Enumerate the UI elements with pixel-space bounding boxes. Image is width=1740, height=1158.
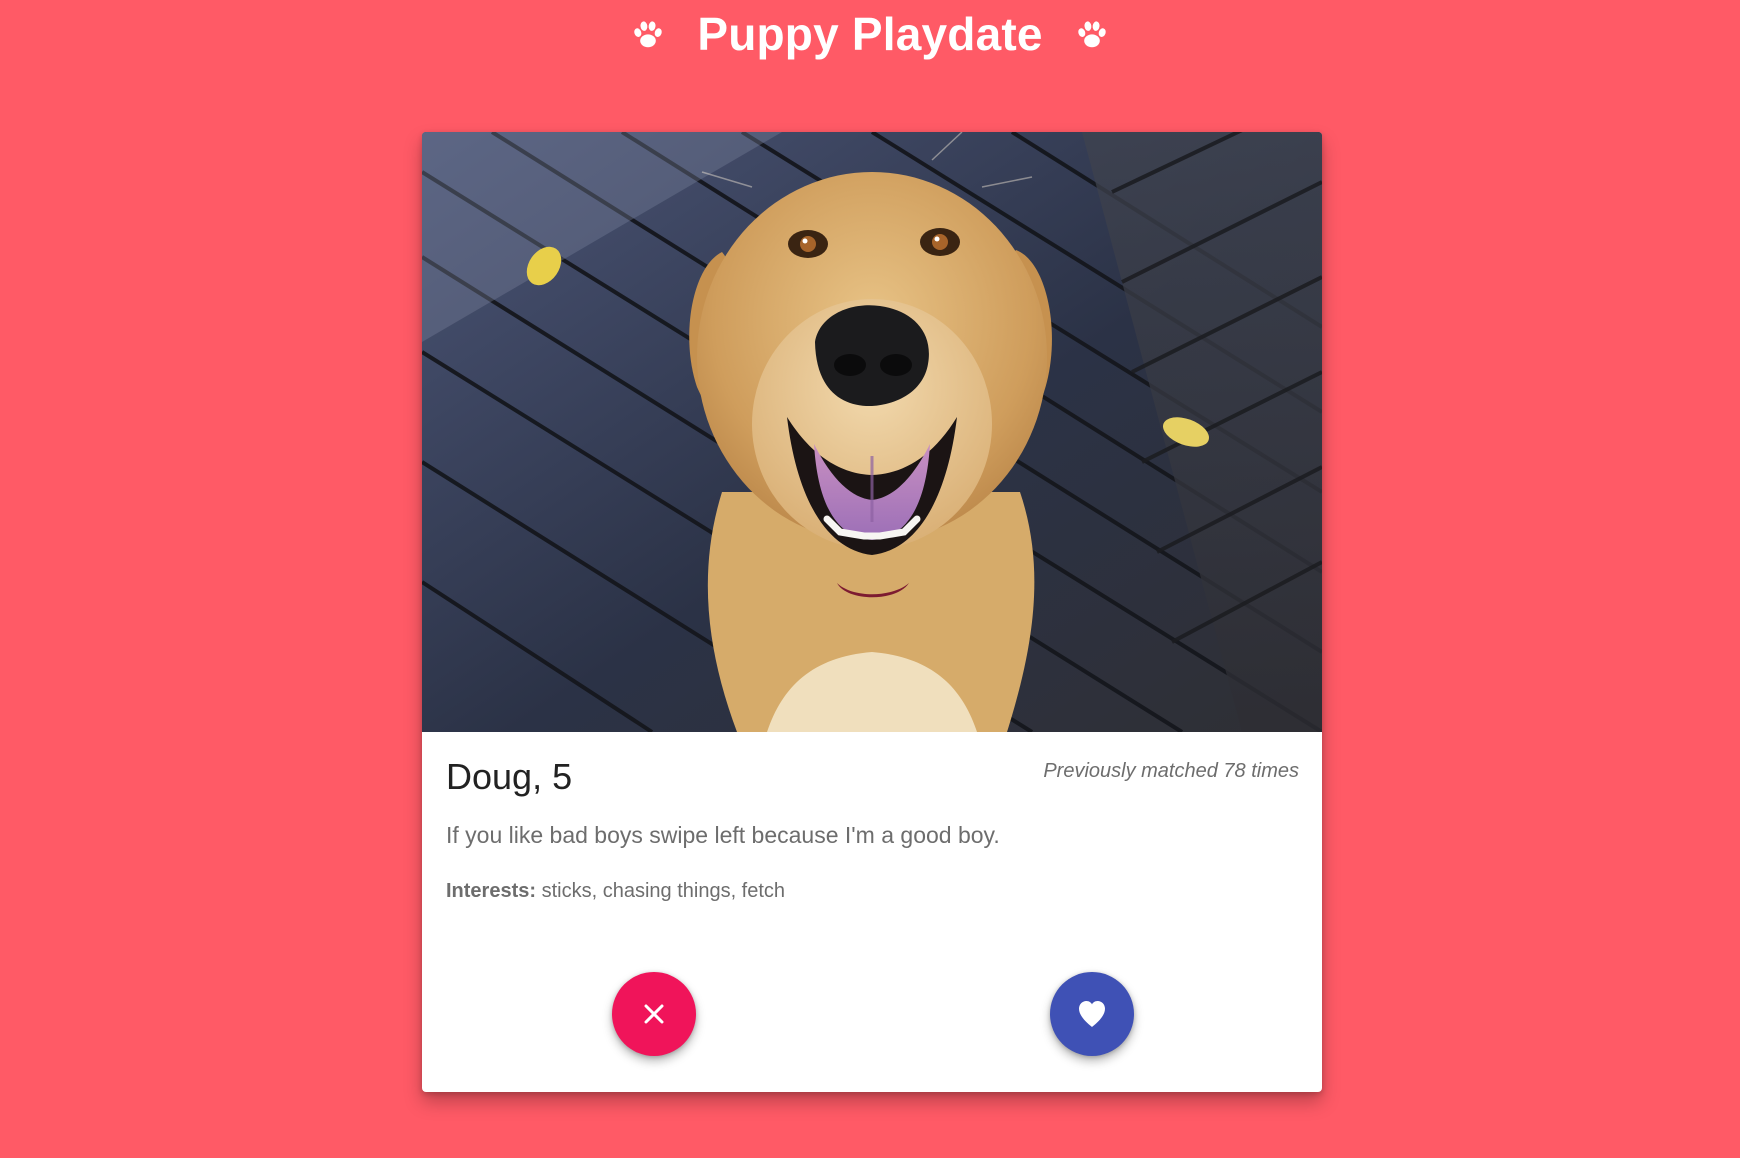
- app-title: Puppy Playdate: [697, 8, 1043, 60]
- interests-label: Interests:: [446, 880, 537, 902]
- profile-info: Doug, 5 Previously matched 78 times If y…: [422, 732, 1322, 1092]
- nope-button[interactable]: [612, 972, 696, 1056]
- profile-card[interactable]: Doug, 5 Previously matched 78 times If y…: [422, 132, 1322, 1092]
- profile-name-age: Doug, 5: [446, 756, 573, 797]
- like-button[interactable]: [1050, 972, 1134, 1056]
- paw-icon: [631, 18, 665, 52]
- interests-row: Interests: sticks, chasing things, fetch: [446, 880, 785, 903]
- heart-icon: [1075, 997, 1109, 1031]
- paw-icon: [1075, 18, 1109, 52]
- profile-photo: [422, 132, 1322, 732]
- profile-bio: If you like bad boys swipe left because …: [446, 822, 1000, 848]
- app-header: Puppy Playdate: [0, 0, 1740, 70]
- close-icon: [639, 999, 669, 1029]
- interests-value: sticks, chasing things, fetch: [536, 880, 786, 902]
- dog-photo: [422, 132, 1322, 732]
- match-count: Previously matched 78 times: [1043, 760, 1299, 782]
